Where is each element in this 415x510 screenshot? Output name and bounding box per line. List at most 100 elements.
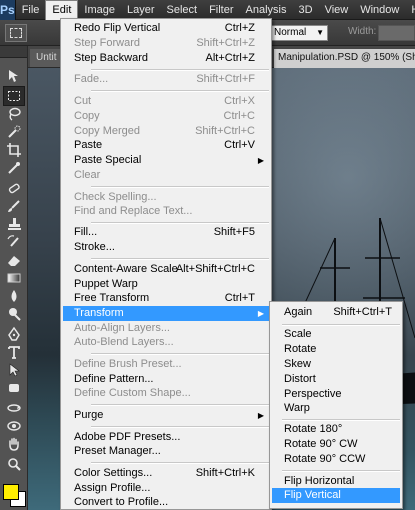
menu-window[interactable]: Window [354,0,405,20]
menu-item-check-spelling: Check Spelling... [63,190,269,205]
menu-item-define-pattern[interactable]: Define Pattern... [63,372,269,387]
3d-camera-tool-icon[interactable] [3,416,25,436]
menu-separator [282,419,400,421]
menu-item-step-backward[interactable]: Step Backward Alt+Ctrl+Z [63,51,269,66]
menu-item-purge[interactable]: Purge ▶ [63,408,269,423]
menu-item-label: Fill... [74,226,98,238]
quick-selection-tool-icon[interactable] [3,122,25,142]
submenu-item-again[interactable]: Again Shift+Ctrl+T [272,305,400,320]
menu-item-label: Puppet Warp [74,278,138,290]
menu-image[interactable]: Image [78,0,121,20]
submenu-item-flip-horizontal[interactable]: Flip Horizontal [272,474,400,489]
foreground-color-swatch[interactable] [3,484,19,500]
menu-item-label: Copy [74,110,100,122]
chevron-down-icon: ▼ [316,28,324,37]
menu-item-label: Again [284,306,313,318]
menu-item-shortcut: Alt+Shift+Ctrl+C [175,263,255,275]
submenu-item-rotate-90-ccw[interactable]: Rotate 90° CCW [272,452,400,467]
menu-item-convert-to-profile[interactable]: Convert to Profile... [63,495,269,510]
menu-item-shortcut: Shift+Ctrl+Z [196,37,255,49]
menu-item-label: Purge [74,409,104,421]
menu-item-redo-flip-vertical[interactable]: Redo Flip Vertical Ctrl+Z [63,21,269,36]
menu-layer[interactable]: Layer [121,0,161,20]
menu-item-content-aware-scale[interactable]: Content-Aware Scale Alt+Shift+Ctrl+C [63,262,269,277]
submenu-item-flip-vertical[interactable]: Flip Vertical [272,488,400,503]
menu-item-assign-profile[interactable]: Assign Profile... [63,481,269,496]
healing-brush-tool-icon[interactable] [3,178,25,198]
dodge-tool-icon[interactable] [3,304,25,324]
menu-item-label: Redo Flip Vertical [74,22,161,34]
menu-item-define-custom-shape: Define Custom Shape... [63,386,269,401]
type-tool-icon[interactable] [3,342,25,362]
gradient-tool-icon[interactable] [3,268,25,288]
menu-item-paste[interactable]: Paste Ctrl+V [63,138,269,153]
menu-item-label: Copy Merged [74,125,141,137]
pen-tool-icon[interactable] [3,324,25,344]
menu-item-adobe-pdf-presets[interactable]: Adobe PDF Presets... [63,430,269,445]
menu-separator [91,222,269,224]
menu-separator [91,426,269,428]
menu-item-label: Assign Profile... [74,482,151,494]
eyedropper-tool-icon[interactable] [3,158,25,178]
crop-tool-icon[interactable] [3,140,25,160]
marquee-tool-icon[interactable] [3,86,25,106]
submenu-item-scale[interactable]: Scale [272,327,400,342]
menu-3d[interactable]: 3D [293,0,319,20]
history-brush-tool-icon[interactable] [3,232,25,252]
menu-item-label: Stroke... [74,241,115,253]
lasso-tool-icon[interactable] [3,104,25,124]
submenu-arrow-icon: ▶ [257,411,264,420]
menu-analysis[interactable]: Analysis [240,0,293,20]
width-field[interactable] [378,25,415,41]
menu-item-label: Free Transform [74,292,150,304]
menu-separator [282,470,400,472]
document-tab-untitled[interactable]: Untit [30,49,63,67]
menu-item-shortcut: Shift+Ctrl+K [195,467,255,479]
eraser-tool-icon[interactable] [3,250,25,270]
tools-panel-header[interactable] [0,46,27,58]
menu-separator [91,258,269,260]
menu-item-label: Content-Aware Scale [74,263,178,275]
menu-item-preset-manager[interactable]: Preset Manager... [63,444,269,459]
menu-item-stroke[interactable]: Stroke... [63,240,269,255]
menu-view[interactable]: View [319,0,355,20]
menu-item-paste-special[interactable]: Paste Special ▶ [63,153,269,168]
menu-file[interactable]: File [16,0,46,20]
brush-tool-icon[interactable] [3,196,25,216]
menu-item-label: Step Backward [74,52,148,64]
menu-filter[interactable]: Filter [203,0,239,20]
menu-item-label: Step Forward [74,37,141,49]
clone-stamp-tool-icon[interactable] [3,214,25,234]
menu-item-puppet-warp[interactable]: Puppet Warp [63,277,269,292]
shape-tool-icon[interactable] [3,378,25,398]
blur-tool-icon[interactable] [3,286,25,306]
menu-separator [91,90,269,92]
zoom-tool-icon[interactable] [3,454,25,474]
tool-preset-picker[interactable] [5,24,27,42]
menu-separator [91,462,269,464]
submenu-item-rotate-180[interactable]: Rotate 180° [272,422,400,437]
menu-item-transform[interactable]: Transform ▶ [63,306,269,321]
submenu-item-distort[interactable]: Distort [272,372,400,387]
style-select[interactable]: Normal ▼ [270,25,328,41]
menu-item-free-transform[interactable]: Free Transform Ctrl+T [63,291,269,306]
menu-bar: Ps File Edit Image Layer Select Filter A… [0,0,415,20]
menu-item-color-settings[interactable]: Color Settings... Shift+Ctrl+K [63,466,269,481]
transform-submenu: Again Shift+Ctrl+T Scale Rotate Skew Dis… [269,301,403,509]
hand-tool-icon[interactable] [3,434,25,454]
move-tool-icon[interactable] [3,66,25,86]
menu-select[interactable]: Select [161,0,204,20]
document-tab-active[interactable]: Manipulation.PSD @ 150% (Ship c [274,49,415,68]
submenu-item-rotate[interactable]: Rotate [272,342,400,357]
photoshop-logo: Ps [0,0,16,20]
menu-help[interactable]: Help [405,0,415,20]
menu-item-fill[interactable]: Fill... Shift+F5 [63,225,269,240]
menu-edit[interactable]: Edit [45,0,79,20]
submenu-item-warp[interactable]: Warp [272,401,400,416]
submenu-item-skew[interactable]: Skew [272,357,400,372]
menu-item-copy-merged: Copy Merged Shift+Ctrl+C [63,124,269,139]
submenu-item-rotate-90-cw[interactable]: Rotate 90° CW [272,437,400,452]
3d-rotate-tool-icon[interactable] [3,398,25,418]
submenu-item-perspective[interactable]: Perspective [272,387,400,402]
path-selection-tool-icon[interactable] [3,360,25,380]
